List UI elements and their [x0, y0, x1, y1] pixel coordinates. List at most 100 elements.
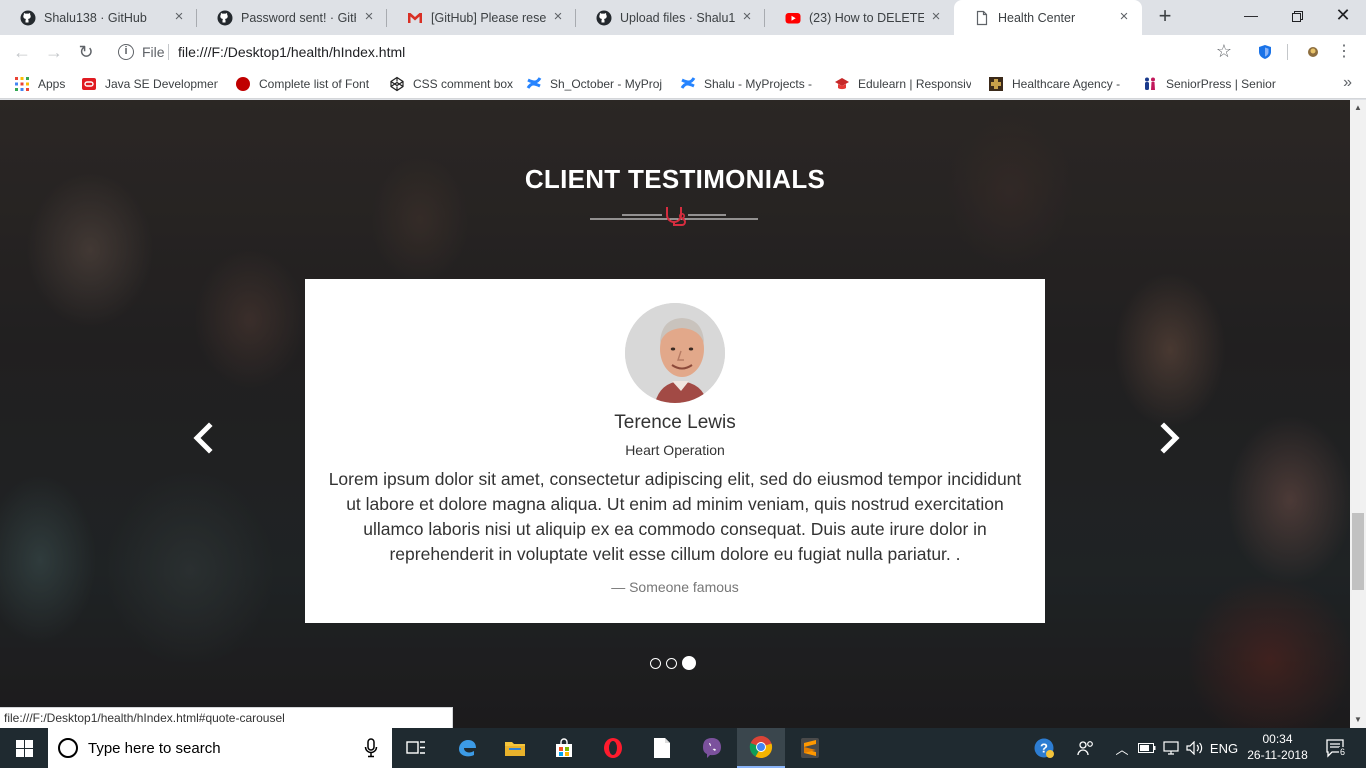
taskbar-search-input[interactable]: Type here to search — [48, 728, 392, 768]
stethoscope-divider-icon — [590, 207, 758, 226]
system-clock[interactable]: 00:34 26-11-2018 — [1240, 731, 1315, 763]
github-icon — [20, 10, 36, 26]
bookmark-apps[interactable]: Apps — [14, 75, 74, 93]
info-icon[interactable]: i — [118, 44, 134, 60]
people-icon — [1142, 76, 1158, 92]
people-tray-icon[interactable] — [1073, 728, 1099, 768]
tab-title: Upload files · Shalu138/ — [620, 10, 735, 25]
tab-close-icon[interactable]: × — [550, 9, 566, 25]
tab-title: [GitHub] Please reset yo — [431, 10, 546, 25]
omnibox[interactable]: i File file:///F:/Desktop1/health/hIndex… — [108, 38, 1242, 66]
task-view-icon[interactable] — [392, 728, 440, 768]
carousel-next-chevron-icon[interactable] — [1155, 418, 1185, 458]
tab-close-icon[interactable]: × — [928, 9, 944, 25]
tab-password-sent[interactable]: Password sent! · GitHub × — [197, 0, 387, 35]
tab-strip: Shalu138 · GitHub × Password sent! · Git… — [0, 0, 1366, 35]
extension-icon[interactable] — [1305, 44, 1321, 60]
windows-start-icon[interactable] — [0, 728, 48, 768]
file-icon — [974, 10, 990, 26]
help-question-icon[interactable]: ? — [1028, 728, 1060, 768]
tab-close-icon[interactable]: × — [361, 9, 377, 25]
network-icon[interactable] — [1160, 728, 1182, 768]
tab-close-icon[interactable]: × — [171, 9, 187, 25]
microphone-icon[interactable] — [364, 738, 378, 758]
bookmarks-overflow-icon[interactable]: » — [1343, 74, 1352, 92]
volume-icon[interactable] — [1184, 728, 1206, 768]
sublime-text-icon[interactable] — [786, 728, 834, 768]
bookmark-label: CSS comment box — [413, 77, 513, 91]
page-viewport: CLIENT TESTIMONIALS Terence Lewis Heart … — [0, 100, 1350, 728]
red-circle-icon — [235, 76, 251, 92]
bookmark-healthcare-agency[interactable]: Healthcare Agency - — [988, 75, 1128, 93]
bookmark-edulearn[interactable]: Edulearn | Responsiv — [834, 75, 971, 93]
bookmark-label: Complete list of Font — [259, 77, 370, 91]
window-close-icon[interactable]: ✕ — [1320, 0, 1366, 30]
search-placeholder: Type here to search — [88, 740, 221, 757]
new-tab-plus-icon[interactable]: + — [1153, 5, 1177, 29]
chrome-icon[interactable] — [737, 728, 785, 768]
reload-icon[interactable]: ↻ — [74, 40, 98, 64]
bookmark-seniorpress[interactable]: SeniorPress | Senior — [1142, 75, 1279, 93]
shield-extension-icon[interactable] — [1257, 44, 1273, 60]
carousel-dot-2[interactable] — [666, 657, 677, 669]
testimonial-cite: — Someone famous — [611, 579, 739, 595]
toolbar-divider — [1287, 44, 1288, 60]
bookmark-css-comment[interactable]: CSS comment box — [389, 75, 513, 93]
oracle-icon — [81, 76, 97, 92]
forward-arrow-icon[interactable]: → — [42, 40, 66, 64]
carousel-indicators — [650, 656, 696, 670]
scroll-down-arrow-icon[interactable]: ▼ — [1350, 712, 1366, 728]
notification-center-icon[interactable]: 6 — [1318, 728, 1354, 768]
github-icon — [217, 10, 233, 26]
back-arrow-icon[interactable]: ← — [10, 40, 34, 64]
minimize-icon[interactable]: — — [1228, 0, 1274, 30]
section-title: CLIENT TESTIMONIALS — [524, 164, 826, 194]
tab-gmail-reset[interactable]: [GitHub] Please reset yo × — [387, 0, 576, 35]
page-scrollbar[interactable]: ▲ ▼ — [1350, 100, 1366, 728]
tray-overflow-chevron-icon[interactable]: ︿ — [1113, 728, 1131, 768]
menu-kebab-icon[interactable]: ⋮ — [1336, 44, 1352, 60]
bookmark-java-se[interactable]: Java SE Development — [81, 75, 218, 93]
battery-icon[interactable] — [1136, 728, 1158, 768]
maximize-icon[interactable] — [1274, 0, 1320, 30]
file-explorer-icon[interactable] — [491, 728, 539, 768]
tab-health-center[interactable]: Health Center × — [954, 0, 1142, 35]
language-indicator[interactable]: ENG — [1208, 728, 1240, 768]
github-icon — [596, 10, 612, 26]
url-text[interactable]: file:///F:/Desktop1/health/hIndex.html — [178, 44, 405, 60]
opera-icon[interactable] — [589, 728, 637, 768]
tab-github-profile[interactable]: Shalu138 · GitHub × — [0, 0, 197, 35]
cortana-ring-icon — [58, 738, 78, 758]
tab-close-icon[interactable]: × — [739, 9, 755, 25]
bookmark-label: Sh_October - MyProj — [550, 77, 662, 91]
clock-time: 00:34 — [1262, 732, 1293, 746]
bookmark-font-list[interactable]: Complete list of Font — [235, 75, 371, 93]
edge-browser-icon[interactable] — [443, 728, 491, 768]
notification-count-badge: 6 — [1339, 747, 1347, 757]
scroll-up-arrow-icon[interactable]: ▲ — [1350, 100, 1366, 116]
tab-title: Password sent! · GitHub — [241, 10, 356, 25]
bookmark-sh-october[interactable]: Sh_October - MyProj — [526, 75, 662, 93]
bookmark-label: Java SE Development — [105, 77, 218, 91]
confluence-icon — [526, 76, 542, 92]
carousel-dot-3-active[interactable] — [682, 656, 696, 670]
mortarboard-icon — [834, 76, 850, 92]
tab-close-icon[interactable]: × — [1116, 9, 1132, 25]
client-role: Heart Operation — [625, 442, 725, 458]
omnibox-divider — [168, 44, 169, 60]
carousel-dot-1[interactable] — [650, 657, 661, 669]
microsoft-store-icon[interactable] — [540, 728, 588, 768]
notepad-file-icon[interactable] — [638, 728, 686, 768]
bookmarks-bar: Apps Java SE Development Complete list o… — [0, 69, 1366, 99]
viber-icon[interactable] — [688, 728, 736, 768]
carousel-prev-chevron-icon[interactable] — [188, 418, 218, 458]
windows-taskbar: Type here to search ? ︿ ENG 00:34 26-11-… — [0, 728, 1366, 768]
bookmark-label: Edulearn | Responsiv — [858, 77, 971, 91]
bookmark-shalu-myprojects[interactable]: Shalu - MyProjects - — [680, 75, 816, 93]
bookmark-star-icon[interactable]: ☆ — [1216, 41, 1232, 62]
tab-youtube[interactable]: (23) How to DELETE a G × — [765, 0, 954, 35]
tab-upload-files[interactable]: Upload files · Shalu138/ × — [576, 0, 765, 35]
bookmark-label: SeniorPress | Senior — [1166, 77, 1276, 91]
scrollbar-thumb[interactable] — [1352, 513, 1364, 590]
testimonial-card: Terence Lewis Heart Operation Lorem ipsu… — [305, 279, 1045, 623]
